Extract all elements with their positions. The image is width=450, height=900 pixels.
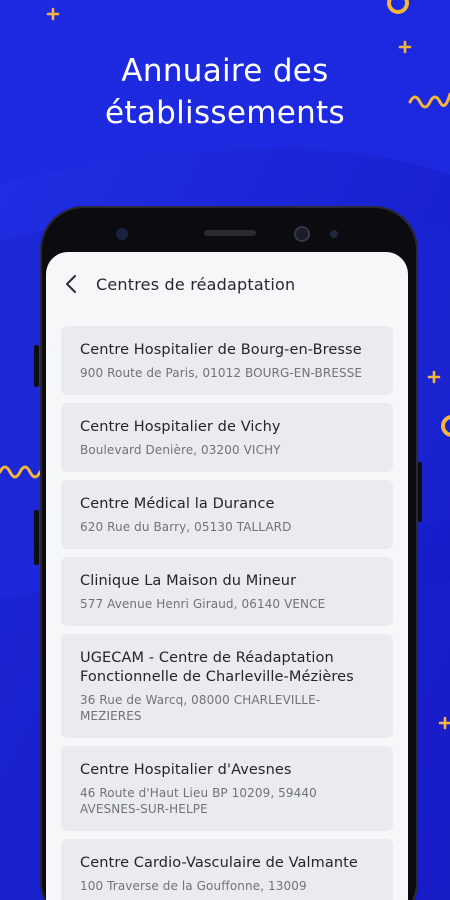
list-item[interactable]: Centre Hospitalier de Bourg-en-Bresse 90… [61,326,393,395]
establishment-name: UGECAM - Centre de Réadaptation Fonction… [80,650,354,685]
establishment-name: Centre Médical la Durance [80,496,275,512]
app-screen: Centres de réadaptation Centre Hospitali… [46,252,408,900]
establishment-list: Centre Hospitalier de Bourg-en-Bresse 90… [46,316,408,900]
establishment-address: 900 Route de Paris, 01012 BOURG-EN-BRESS… [80,366,363,380]
phone-top-sensors [116,226,338,242]
establishment-name: Centre Hospitalier d'Avesnes [80,762,292,778]
establishment-name: Centre Hospitalier de Vichy [80,419,281,435]
establishment-name: Centre Cardio-Vasculaire de Valmante [80,855,358,871]
establishment-address: 577 Avenue Henri Giraud, 06140 VENCE [80,597,326,611]
establishment-address: 36 Rue de Warcq, 08000 CHARLEVILLE-MEZIE… [80,693,321,723]
list-item[interactable]: Centre Cardio-Vasculaire de Valmante 100… [61,839,393,900]
phone-side-button-left [34,345,39,387]
app-bar: Centres de réadaptation [46,252,408,316]
headline: Annuaire des établissements [0,50,450,134]
establishment-address: 46 Route d'Haut Lieu BP 10209, 59440 AVE… [80,786,317,816]
chevron-left-icon[interactable] [60,273,82,295]
list-item[interactable]: UGECAM - Centre de Réadaptation Fonction… [61,634,393,738]
establishment-address: 100 Traverse de la Gouffonne, 13009 [80,879,307,893]
establishment-name: Centre Hospitalier de Bourg-en-Bresse [80,342,362,358]
list-item[interactable]: Centre Hospitalier d'Avesnes 46 Route d'… [61,746,393,831]
establishment-name: Clinique La Maison du Mineur [80,573,297,589]
list-item[interactable]: Clinique La Maison du Mineur 577 Avenue … [61,557,393,626]
list-item[interactable]: Centre Médical la Durance 620 Rue du Bar… [61,480,393,549]
page-title: Centres de réadaptation [96,274,296,294]
phone-side-button-left-2 [34,510,39,565]
headline-line-1: Annuaire des [121,53,329,89]
establishment-address: 620 Rue du Barry, 05130 TALLARD [80,520,292,534]
establishment-address: Boulevard Denière, 03200 VICHY [80,443,281,457]
headline-line-2: établissements [105,95,345,131]
list-item[interactable]: Centre Hospitalier de Vichy Boulevard De… [61,403,393,472]
